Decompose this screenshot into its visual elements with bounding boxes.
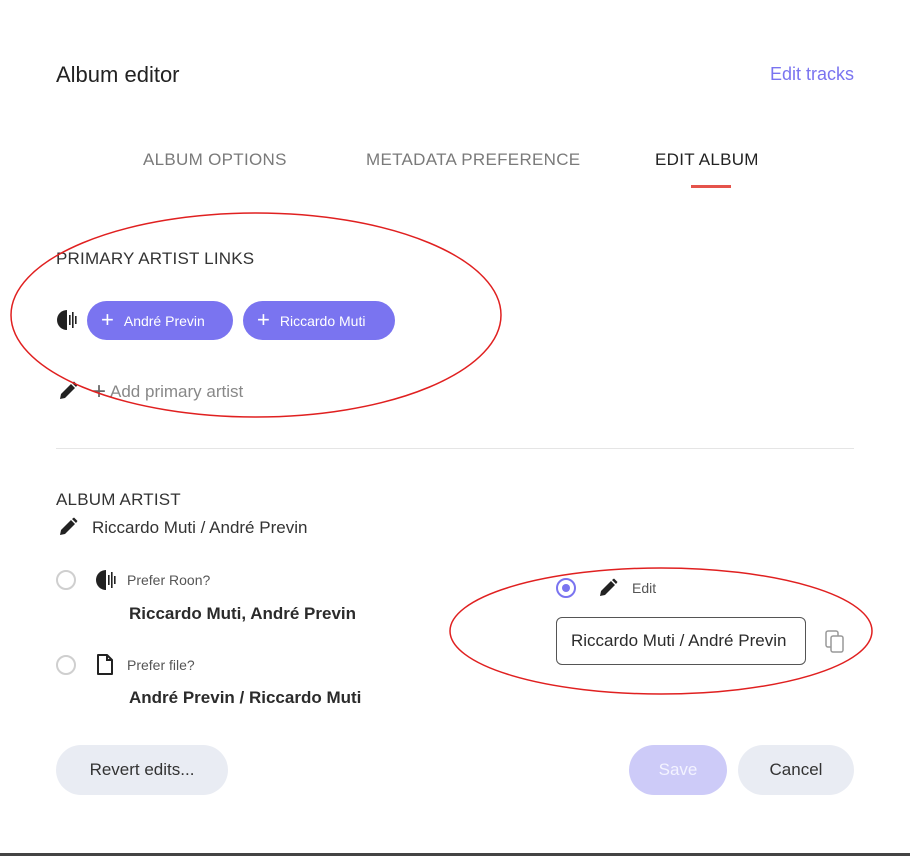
primary-artist-name: Riccardo Muti xyxy=(279,312,366,329)
save-button[interactable]: Save xyxy=(629,745,727,795)
cancel-button[interactable]: Cancel xyxy=(738,745,854,795)
primary-artist-chip[interactable]: + André Previn xyxy=(87,301,233,340)
plus-icon: + xyxy=(92,378,107,405)
primary-artist-chip[interactable]: + Riccardo Muti xyxy=(243,301,395,340)
primary-artist-name: André Previn xyxy=(123,312,205,329)
prefer-file-label: Prefer file? xyxy=(127,657,195,673)
prefer-roon-label: Prefer Roon? xyxy=(127,572,211,588)
pencil-icon xyxy=(58,381,78,401)
tab-metadata-preference[interactable]: METADATA PREFERENCE xyxy=(366,150,580,170)
album-artist-current-value: Riccardo Muti / André Previn xyxy=(92,518,308,537)
copy-icon[interactable] xyxy=(825,630,845,654)
pencil-icon xyxy=(598,578,618,598)
album-artist-heading: ALBUM ARTIST xyxy=(56,490,181,509)
pencil-icon xyxy=(58,517,78,537)
tab-bar: ALBUM OPTIONS METADATA PREFERENCE EDIT A… xyxy=(0,150,910,190)
roon-icon xyxy=(95,569,117,591)
tab-album-options[interactable]: ALBUM OPTIONS xyxy=(143,150,287,170)
annotation-overlay xyxy=(10,212,873,695)
primary-artist-links-heading: PRIMARY ARTIST LINKS xyxy=(56,249,255,268)
section-divider xyxy=(56,448,854,449)
prefer-roon-radio[interactable] xyxy=(56,570,76,590)
edit-tracks-link[interactable]: Edit tracks xyxy=(770,64,854,85)
roon-icon xyxy=(56,309,78,331)
file-icon xyxy=(96,654,114,676)
prefer-file-radio[interactable] xyxy=(56,655,76,675)
revert-edits-button[interactable]: Revert edits... xyxy=(56,745,228,795)
edit-label: Edit xyxy=(632,580,657,596)
edit-radio[interactable] xyxy=(556,578,576,598)
prefer-file-value: André Previn / Riccardo Muti xyxy=(129,688,362,707)
active-tab-indicator xyxy=(691,185,731,188)
prefer-roon-value: Riccardo Muti, André Previn xyxy=(129,604,357,623)
album-artist-edit-input[interactable] xyxy=(556,617,806,665)
add-primary-artist-button[interactable]: + Add primary artist xyxy=(92,380,243,404)
plus-icon: + xyxy=(101,306,114,332)
dialog-title: Album editor xyxy=(56,62,180,87)
plus-icon: + xyxy=(257,306,270,332)
tab-edit-album[interactable]: EDIT ALBUM xyxy=(655,150,759,170)
add-primary-artist-label: Add primary artist xyxy=(110,382,244,401)
